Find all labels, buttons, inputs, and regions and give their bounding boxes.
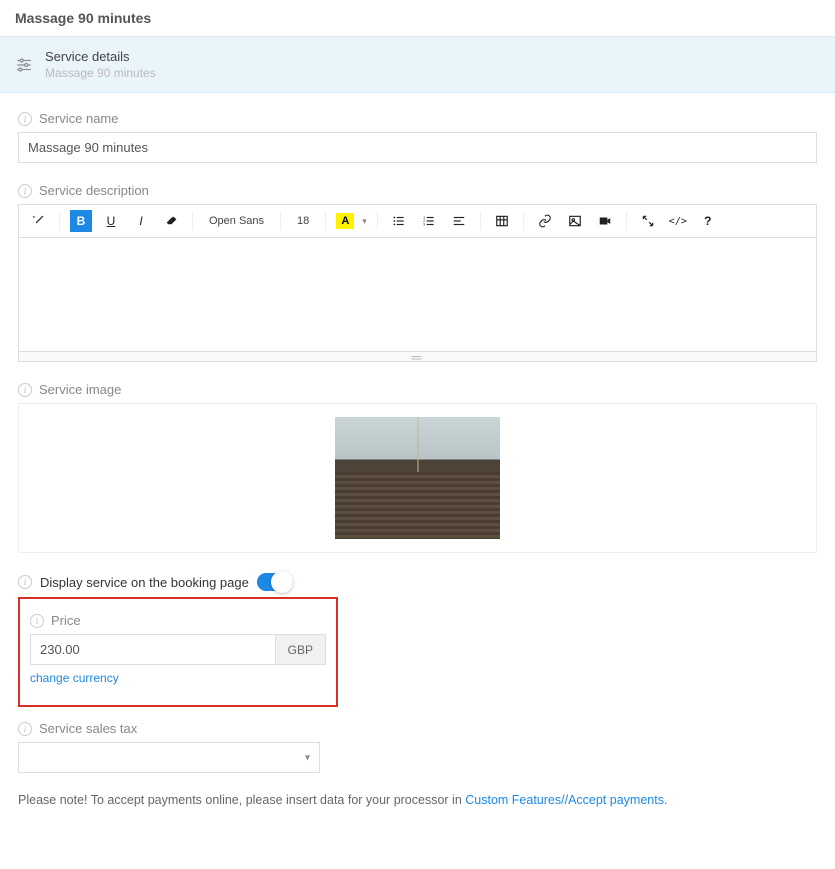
editor-resize-handle[interactable]: ═ — [18, 352, 817, 362]
toolbar-separator — [280, 212, 281, 230]
change-currency-link[interactable]: change currency — [30, 671, 119, 685]
eraser-icon[interactable] — [160, 210, 182, 232]
table-icon[interactable] — [491, 210, 513, 232]
section-header: Service details Massage 90 minutes — [0, 37, 835, 93]
align-icon[interactable] — [448, 210, 470, 232]
video-icon[interactable] — [594, 210, 616, 232]
info-icon[interactable]: i — [18, 112, 32, 126]
service-image-thumb — [335, 417, 500, 539]
label-service-description: Service description — [39, 183, 149, 198]
toolbar-separator — [523, 212, 524, 230]
bold-button[interactable]: B — [70, 210, 92, 232]
italic-button[interactable]: I — [130, 210, 152, 232]
magic-wand-icon[interactable] — [27, 210, 49, 232]
content-area: i Service name i Service description B U… — [0, 93, 835, 825]
fullscreen-icon[interactable] — [637, 210, 659, 232]
toolbar-separator — [59, 212, 60, 230]
label-price: Price — [51, 613, 81, 628]
toolbar-separator — [626, 212, 627, 230]
font-family-select[interactable]: Open Sans — [203, 215, 270, 227]
field-service-description: i Service description B U I Open Sans 18… — [18, 183, 817, 362]
note-suffix: . — [664, 793, 667, 807]
field-service-image: i Service image — [18, 382, 817, 553]
custom-features-link[interactable]: Custom Features//Accept payments — [465, 793, 664, 807]
payments-note: Please note! To accept payments online, … — [18, 793, 817, 807]
editor-toolbar: B U I Open Sans 18 A ▾ 123 — [18, 204, 817, 237]
note-prefix: Please note! To accept payments online, … — [18, 793, 465, 807]
info-icon[interactable]: i — [18, 575, 32, 589]
toolbar-separator — [325, 212, 326, 230]
svg-text:3: 3 — [423, 223, 425, 227]
label-service-image: Service image — [39, 382, 121, 397]
image-icon[interactable] — [564, 210, 586, 232]
page-title: Massage 90 minutes — [0, 0, 835, 37]
font-size-select[interactable]: 18 — [291, 215, 315, 227]
toolbar-separator — [192, 212, 193, 230]
service-name-input[interactable] — [18, 132, 817, 163]
display-booking-toggle[interactable] — [257, 573, 293, 591]
toolbar-separator — [377, 212, 378, 230]
underline-button[interactable]: U — [100, 210, 122, 232]
field-display-booking: i Display service on the booking page — [18, 573, 817, 591]
service-image-preview[interactable] — [18, 403, 817, 553]
label-sales-tax: Service sales tax — [39, 721, 137, 736]
unordered-list-icon[interactable] — [388, 210, 410, 232]
label-display-booking: Display service on the booking page — [40, 575, 249, 590]
chevron-down-icon[interactable]: ▾ — [362, 216, 367, 227]
section-title: Service details — [45, 49, 156, 64]
price-input[interactable] — [30, 634, 275, 665]
toolbar-separator — [480, 212, 481, 230]
field-service-name: i Service name — [18, 111, 817, 163]
sales-tax-select[interactable] — [18, 742, 320, 773]
info-icon[interactable]: i — [30, 614, 44, 628]
label-service-name: Service name — [39, 111, 118, 126]
info-icon[interactable]: i — [18, 184, 32, 198]
info-icon[interactable]: i — [18, 383, 32, 397]
text-color-button[interactable]: A — [336, 213, 354, 229]
price-highlight-box: i Price GBP change currency — [18, 597, 338, 707]
toggle-knob — [271, 571, 293, 593]
info-icon[interactable]: i — [18, 722, 32, 736]
link-icon[interactable] — [534, 210, 556, 232]
field-sales-tax: i Service sales tax ▾ — [18, 721, 817, 773]
code-view-icon[interactable]: </> — [667, 210, 689, 232]
section-subtitle: Massage 90 minutes — [45, 66, 156, 80]
price-currency-label: GBP — [275, 634, 326, 665]
editor-textarea[interactable] — [18, 237, 817, 352]
help-icon[interactable]: ? — [697, 210, 719, 232]
settings-sliders-icon — [15, 56, 33, 74]
ordered-list-icon[interactable]: 123 — [418, 210, 440, 232]
